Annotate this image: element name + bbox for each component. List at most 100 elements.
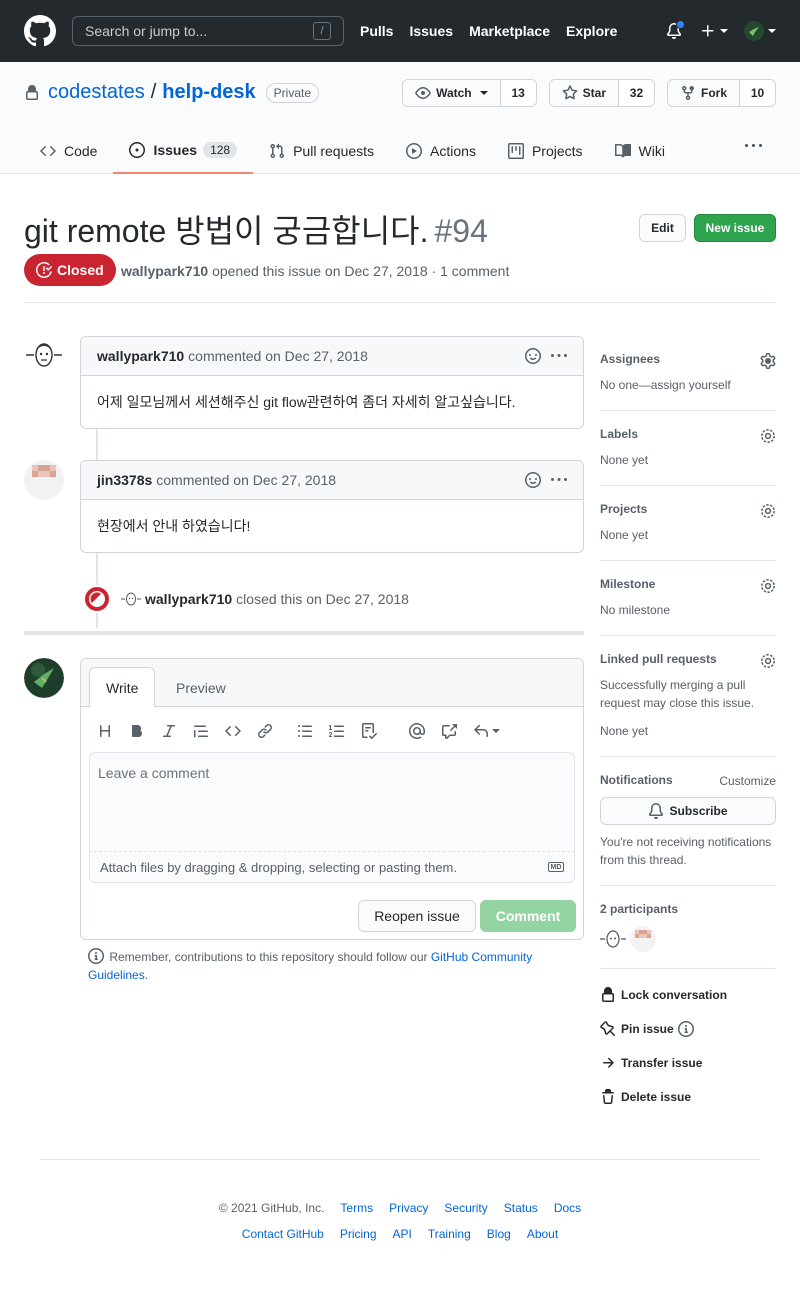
kebab-horizontal-icon[interactable] xyxy=(551,348,567,364)
notifications-bell-icon[interactable] xyxy=(666,20,685,39)
user-menu[interactable] xyxy=(744,21,776,41)
avatar[interactable] xyxy=(24,336,64,376)
tab-code[interactable]: Code xyxy=(24,128,113,174)
fork-button[interactable]: Fork xyxy=(667,80,739,106)
footer-link-terms[interactable]: Terms xyxy=(340,1201,373,1215)
github-logo-icon[interactable] xyxy=(24,15,56,47)
footer-link-docs[interactable]: Docs xyxy=(554,1201,581,1215)
avatar[interactable] xyxy=(600,926,626,952)
star-count[interactable]: 32 xyxy=(617,80,654,106)
edit-title-button[interactable]: Edit xyxy=(639,214,686,242)
sidebar-assignees-value[interactable]: No one—assign yourself xyxy=(600,376,776,394)
smiley-icon[interactable] xyxy=(525,348,541,364)
issue-author-link[interactable]: wallypark710 xyxy=(121,263,208,279)
footer-link-security[interactable]: Security xyxy=(444,1201,487,1215)
lock-icon xyxy=(26,84,38,100)
bell-icon xyxy=(649,803,664,819)
smiley-icon[interactable] xyxy=(525,472,541,488)
fork-count[interactable]: 10 xyxy=(739,80,775,106)
nav-marketplace[interactable]: Marketplace xyxy=(469,23,550,39)
issue-opened-icon xyxy=(129,142,146,158)
avatar xyxy=(744,21,764,41)
tab-preview[interactable]: Preview xyxy=(160,667,242,708)
tab-projects[interactable]: Projects xyxy=(492,128,599,174)
task-list-icon[interactable] xyxy=(361,723,409,739)
transfer-issue-button[interactable]: Transfer issue xyxy=(600,1055,776,1071)
comment-meta: commented on Dec 27, 2018 xyxy=(188,348,368,364)
footer-link-training[interactable]: Training xyxy=(428,1227,471,1241)
info-icon[interactable] xyxy=(677,1021,694,1037)
cross-reference-icon[interactable] xyxy=(441,723,473,739)
footer-link-pricing[interactable]: Pricing xyxy=(340,1227,377,1241)
sidebar-milestone-value: No milestone xyxy=(600,603,671,617)
footer-link-contact[interactable]: Contact GitHub xyxy=(242,1227,324,1241)
delete-issue-button[interactable]: Delete issue xyxy=(600,1089,776,1105)
quote-icon[interactable] xyxy=(193,723,225,739)
gear-icon[interactable] xyxy=(760,578,776,594)
repo-owner-link[interactable]: codestates xyxy=(48,81,145,104)
attach-files-text: Attach files by dragging & dropping, sel… xyxy=(100,859,457,875)
contribution-note-end: . xyxy=(144,968,149,982)
tab-actions[interactable]: Actions xyxy=(390,128,492,174)
markdown-icon[interactable]: MD xyxy=(548,862,564,872)
nav-explore[interactable]: Explore xyxy=(566,23,617,39)
create-new-dropdown[interactable] xyxy=(700,23,728,39)
tab-code-label: Code xyxy=(64,143,98,159)
unordered-list-icon[interactable] xyxy=(297,723,329,739)
italic-icon[interactable] xyxy=(161,723,193,739)
comment-button[interactable]: Comment xyxy=(480,900,576,932)
watch-button-group: Watch 13 xyxy=(402,79,537,107)
comment-meta: commented on Dec 27, 2018 xyxy=(156,472,337,488)
tab-write[interactable]: Write xyxy=(89,667,156,708)
gear-icon[interactable] xyxy=(760,503,776,519)
tab-issues[interactable]: Issues 128 xyxy=(113,128,254,174)
arrow-right-icon xyxy=(603,1057,614,1068)
search-input[interactable]: Search or jump to... / xyxy=(72,16,344,46)
footer-link-api[interactable]: API xyxy=(393,1227,412,1241)
nav-issues[interactable]: Issues xyxy=(409,23,453,39)
reply-icon[interactable] xyxy=(473,723,505,739)
event-actor[interactable]: wallypark710 xyxy=(145,591,232,607)
avatar[interactable] xyxy=(24,658,64,698)
event-text: closed this on Dec 27, 2018 xyxy=(236,591,409,607)
mention-icon[interactable] xyxy=(409,723,441,739)
footer-link-about[interactable]: About xyxy=(527,1227,558,1241)
avatar[interactable] xyxy=(630,926,656,952)
nav-pulls[interactable]: Pulls xyxy=(360,23,393,39)
sidebar-assignees: Assignees No one—assign yourself xyxy=(600,336,776,411)
gear-icon[interactable] xyxy=(760,653,776,669)
repo-name-link[interactable]: help-desk xyxy=(162,81,255,104)
gear-icon[interactable] xyxy=(760,428,776,444)
watch-button[interactable]: Watch xyxy=(403,80,500,106)
more-tabs-kebab-icon[interactable] xyxy=(743,144,764,147)
lock-conversation-button[interactable]: Lock conversation xyxy=(600,987,776,1003)
attach-files-area[interactable]: Attach files by dragging & dropping, sel… xyxy=(89,851,575,883)
comment-textarea[interactable]: Leave a comment xyxy=(89,752,575,852)
avatar[interactable] xyxy=(121,589,141,609)
tab-wiki[interactable]: Wiki xyxy=(599,128,681,174)
ordered-list-icon[interactable] xyxy=(329,723,361,739)
pin-issue-button[interactable]: Pin issue xyxy=(600,1021,776,1037)
comment-author[interactable]: wallypark710 xyxy=(97,348,184,364)
tab-pull-requests[interactable]: Pull requests xyxy=(253,128,390,174)
contribution-note-text: Remember, contributions to this reposito… xyxy=(109,950,428,964)
bold-icon[interactable] xyxy=(129,723,161,739)
footer-link-status[interactable]: Status xyxy=(504,1201,538,1215)
eye-icon xyxy=(415,87,431,99)
link-icon[interactable] xyxy=(257,723,297,739)
watch-count[interactable]: 13 xyxy=(499,80,536,106)
kebab-horizontal-icon[interactable] xyxy=(551,472,567,488)
customize-notifications-link[interactable]: Customize xyxy=(719,774,776,788)
comment-author[interactable]: jin3378s xyxy=(97,472,152,488)
code-icon[interactable] xyxy=(225,723,257,739)
avatar[interactable] xyxy=(24,460,64,500)
new-issue-button[interactable]: New issue xyxy=(694,214,776,242)
subscribe-button[interactable]: Subscribe xyxy=(600,797,776,825)
info-icon xyxy=(88,948,104,964)
footer-link-privacy[interactable]: Privacy xyxy=(389,1201,428,1215)
star-button[interactable]: Star xyxy=(549,80,618,106)
reopen-issue-button[interactable]: Reopen issue xyxy=(358,900,476,932)
heading-icon[interactable] xyxy=(97,723,129,739)
footer-link-blog[interactable]: Blog xyxy=(487,1227,511,1241)
gear-icon[interactable] xyxy=(760,353,776,369)
